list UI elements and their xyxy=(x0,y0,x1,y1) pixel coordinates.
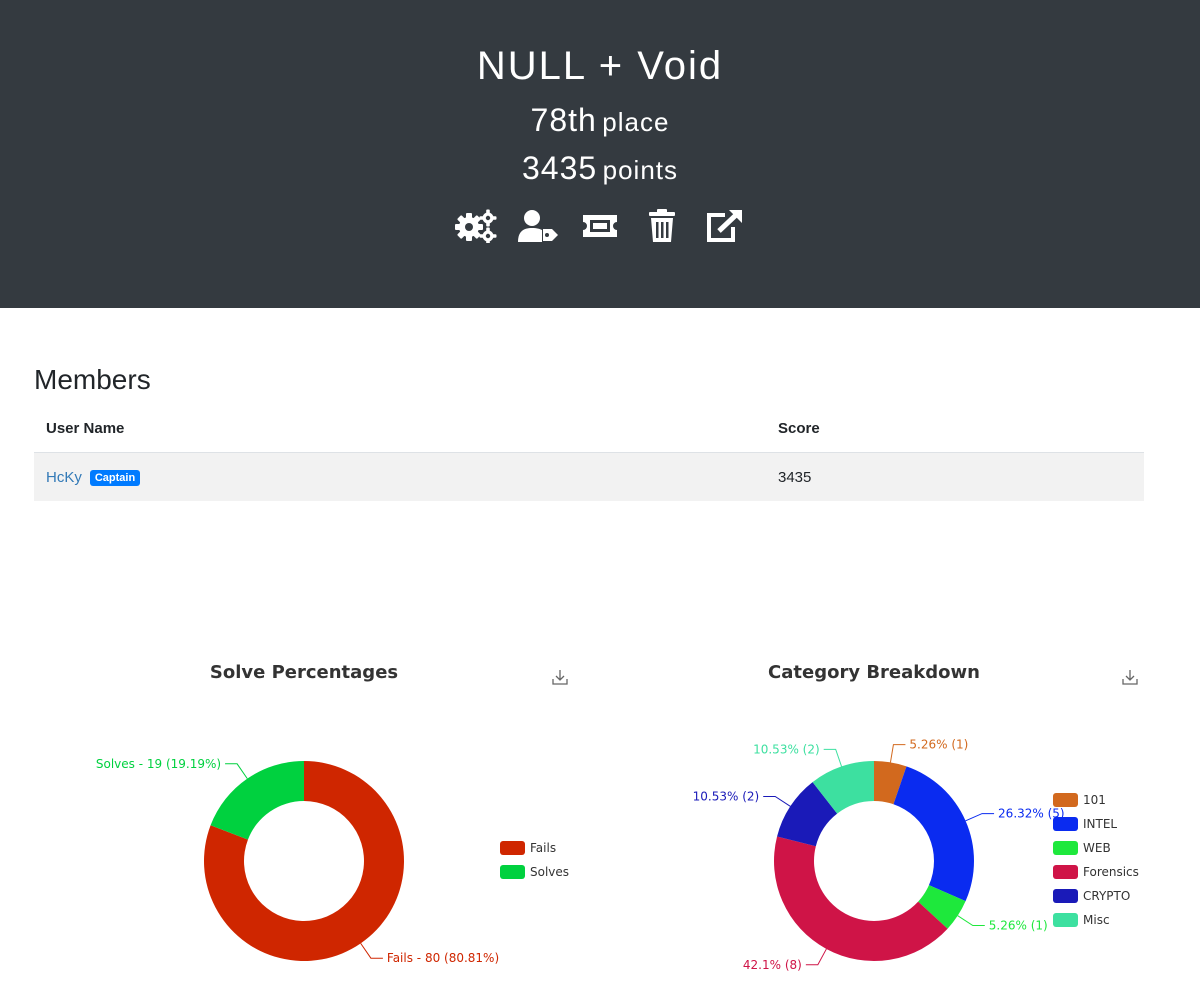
legend-swatch-solves xyxy=(500,865,525,879)
user-tag-icon xyxy=(518,210,558,242)
legend-item-intel[interactable]: INTEL xyxy=(1083,817,1117,831)
data-label-web: 5.26% (1) xyxy=(989,919,1048,933)
data-label-fails: Fails - 80 (80.81%) xyxy=(387,951,499,965)
legend-swatch-misc xyxy=(1053,913,1078,927)
ticket-icon xyxy=(583,215,617,237)
table-row: HcKy Captain 3435 xyxy=(34,452,1144,501)
legend-item-forensics[interactable]: Forensics xyxy=(1083,865,1139,879)
leader-line-intel xyxy=(965,813,995,822)
legend-item-web[interactable]: WEB xyxy=(1083,841,1111,855)
legend-swatch-101 xyxy=(1053,793,1078,807)
open-external-button[interactable] xyxy=(702,208,746,244)
legend-item-solves[interactable]: Solves xyxy=(530,865,569,879)
settings-button[interactable] xyxy=(454,208,498,244)
team-actions xyxy=(0,208,1200,244)
leader-line-solves xyxy=(225,763,248,779)
table-header-row: User Name Score xyxy=(34,406,1144,453)
ticket-button[interactable] xyxy=(578,208,622,244)
data-label-101: 5.26% (1) xyxy=(909,738,968,752)
member-link[interactable]: HcKy xyxy=(46,469,82,486)
slice-solves[interactable] xyxy=(210,761,304,840)
data-label-solves: Solves - 19 (19.19%) xyxy=(96,757,221,771)
captain-badge: Captain xyxy=(89,469,141,486)
members-heading: Members xyxy=(34,364,151,395)
column-user-name: User Name xyxy=(34,406,766,453)
data-label-misc: 10.53% (2) xyxy=(753,742,820,756)
gears-icon xyxy=(455,209,497,243)
leader-line-forensics xyxy=(805,948,827,966)
data-label-crypto: 10.53% (2) xyxy=(693,789,760,803)
category-chart-title: Category Breakdown xyxy=(768,662,980,683)
place-label: place xyxy=(602,107,670,137)
leader-line-crypto xyxy=(763,795,791,807)
leader-line-101 xyxy=(889,744,906,763)
legend-swatch-intel xyxy=(1053,817,1078,831)
trash-icon xyxy=(649,209,675,242)
legend-swatch-web xyxy=(1053,841,1078,855)
legend-item-crypto[interactable]: CRYPTO xyxy=(1083,889,1130,903)
leader-line-web xyxy=(957,915,985,927)
place-value: 78th xyxy=(530,102,597,138)
members-table: User Name Score HcKy Captain 3435 xyxy=(34,406,1144,501)
leader-line-misc xyxy=(823,748,843,767)
leader-line-fails xyxy=(360,943,383,959)
delete-button[interactable] xyxy=(640,208,684,244)
legend-item-fails[interactable]: Fails xyxy=(530,841,556,855)
user-tag-button[interactable] xyxy=(516,208,560,244)
solve-chart-title: Solve Percentages xyxy=(209,662,399,683)
solve-percentages-chart: Fails - 80 (80.81%) Solves - 19 (19.19%) F… xyxy=(96,757,569,965)
download-icon[interactable] xyxy=(1121,668,1139,686)
data-label-forensics: 42.1% (8) xyxy=(743,958,802,972)
legend-swatch-fails xyxy=(500,841,525,855)
category-breakdown-chart: 5.26% (1)26.32% (5)5.26% (1)42.1% (8)10.… xyxy=(693,738,1139,972)
points-label: points xyxy=(602,155,679,185)
column-score: Score xyxy=(766,406,1144,453)
member-score: 3435 xyxy=(766,452,1144,501)
slice-intel[interactable] xyxy=(893,766,974,902)
legend-item-misc[interactable]: Misc xyxy=(1083,913,1110,927)
external-link-icon xyxy=(707,210,742,242)
member-name-cell: HcKy Captain xyxy=(34,452,766,501)
team-header: NULL + Void 78th place 3435 points xyxy=(0,0,1200,308)
legend-swatch-crypto xyxy=(1053,889,1078,903)
download-icon[interactable] xyxy=(551,668,569,686)
points-value: 3435 xyxy=(521,150,598,186)
team-name: NULL + Void xyxy=(476,44,724,88)
legend-item-101[interactable]: 101 xyxy=(1083,793,1106,807)
team-points: 3435 points xyxy=(0,150,1200,187)
legend-swatch-forensics xyxy=(1053,865,1078,879)
team-place: 78th place xyxy=(0,102,1200,139)
